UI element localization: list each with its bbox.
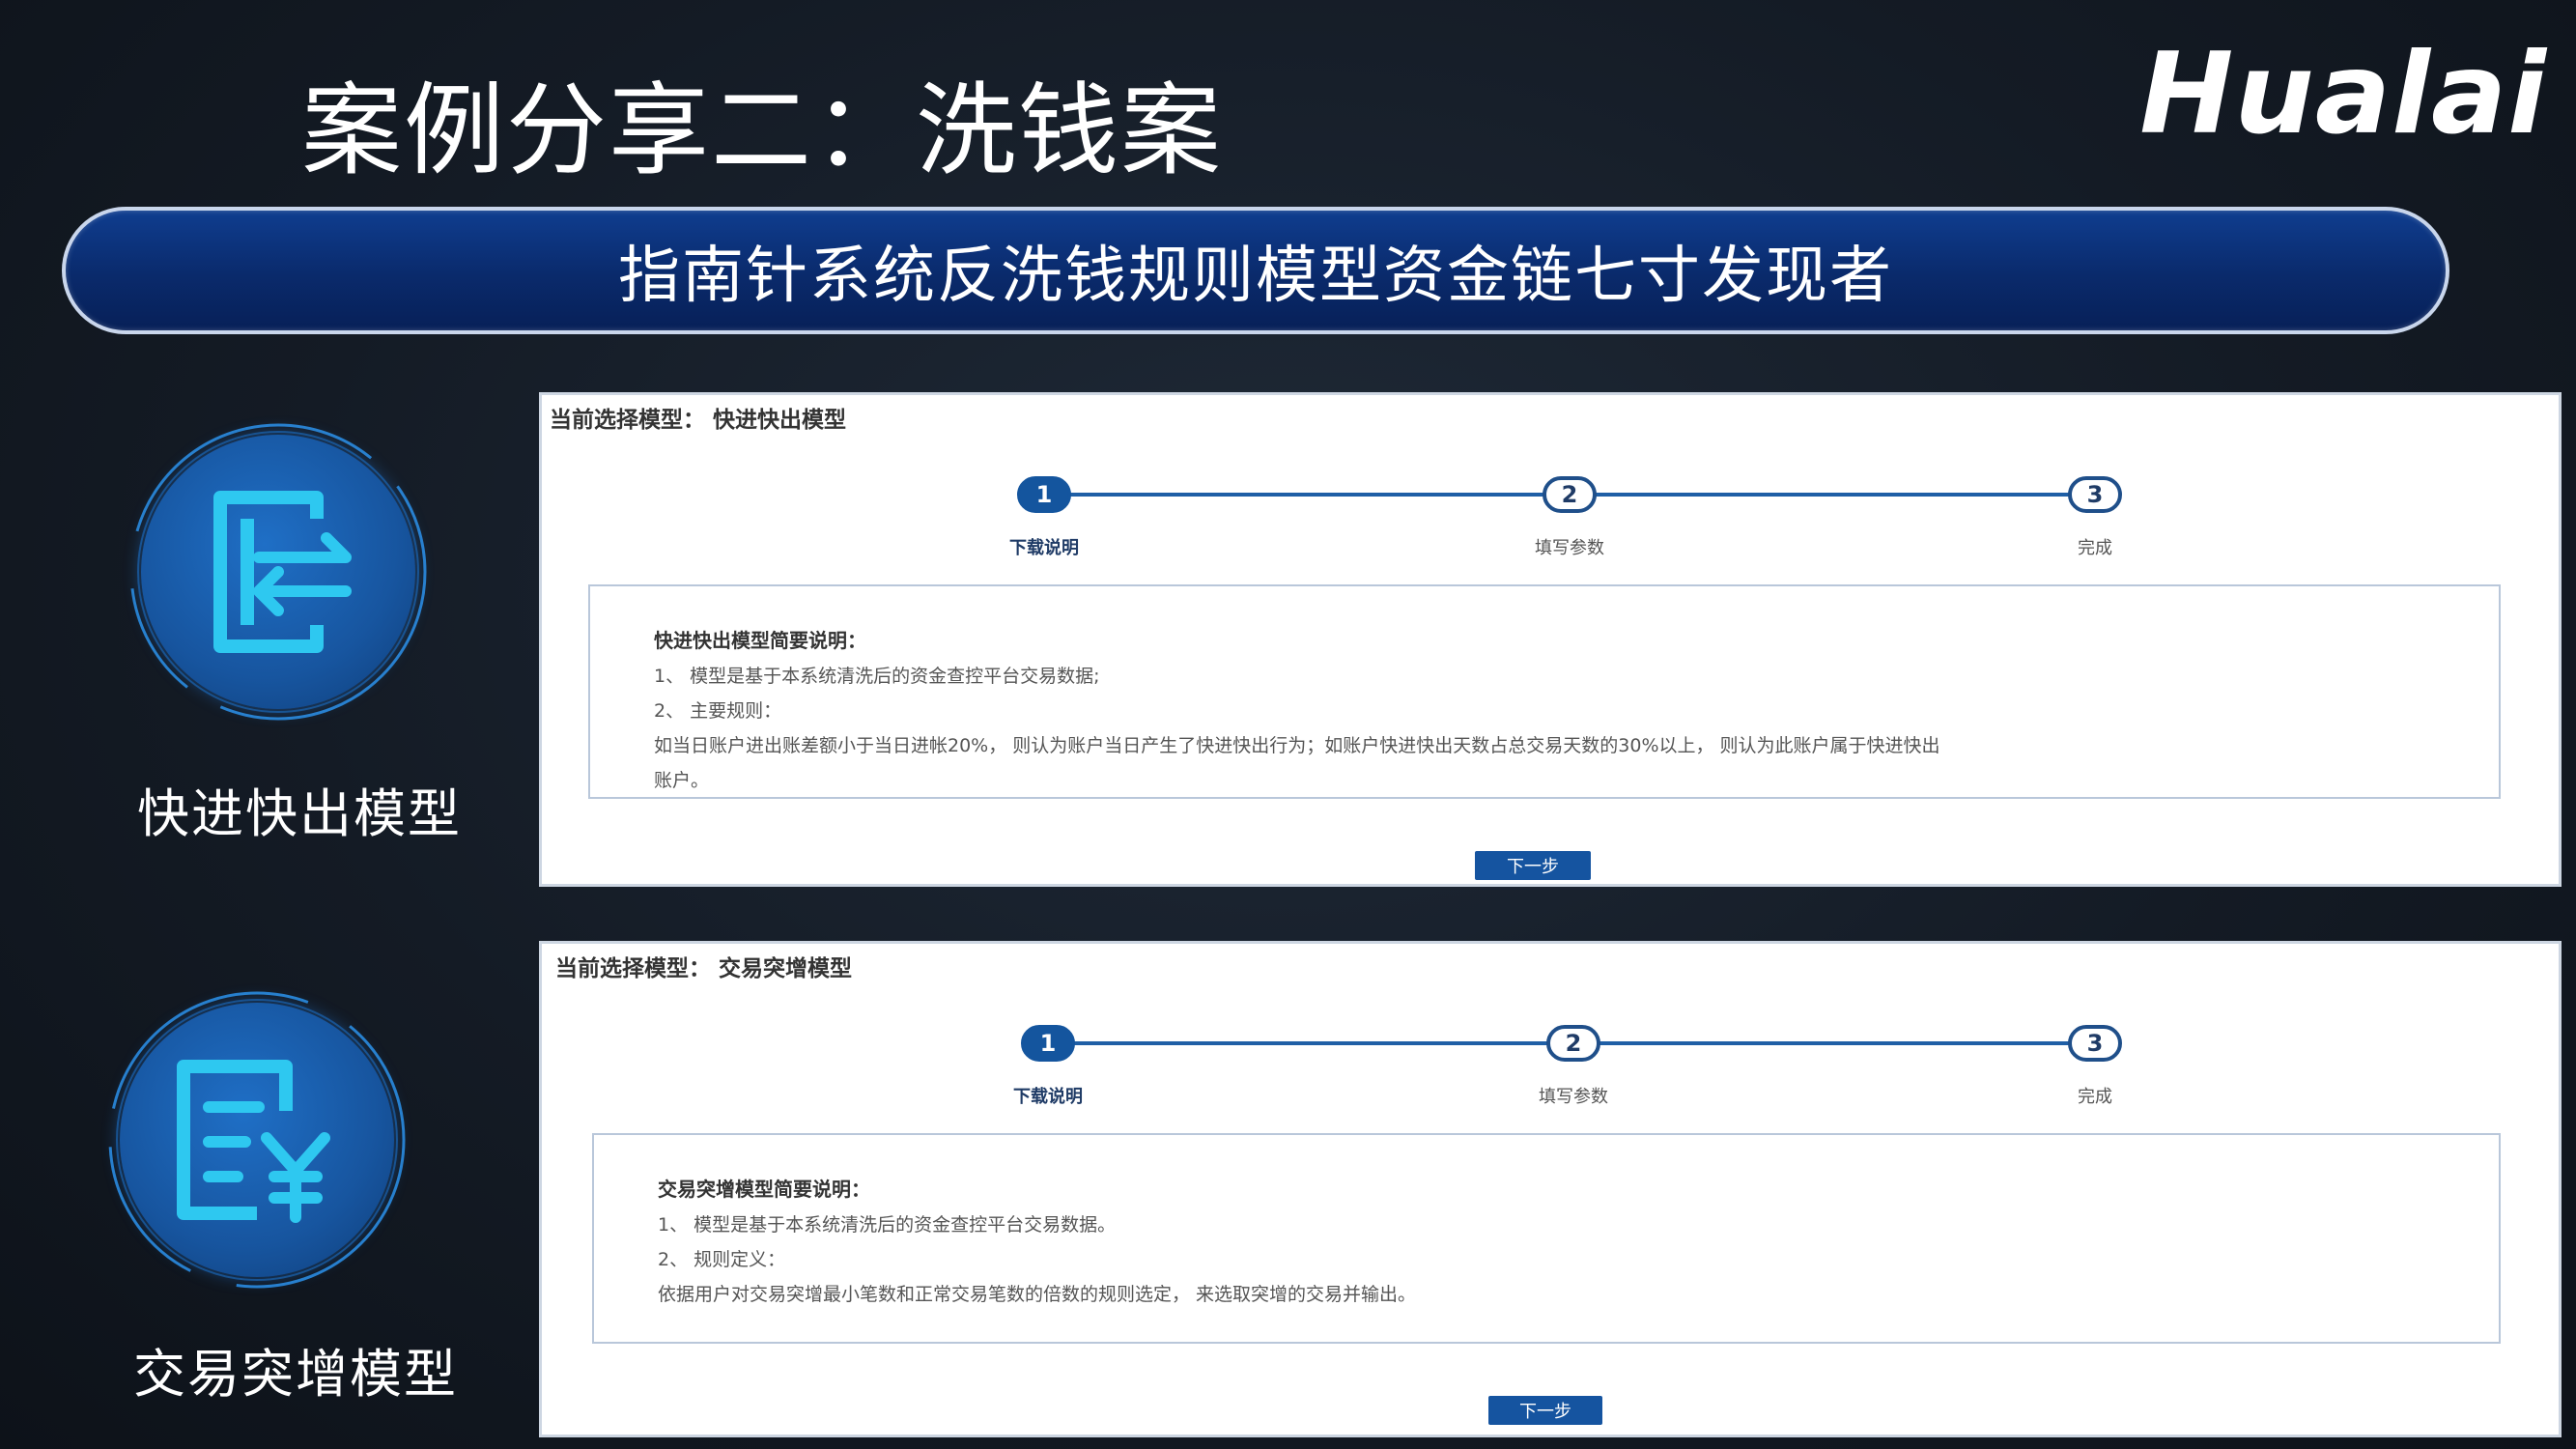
description-line: 账户。 bbox=[654, 770, 710, 791]
brand-logo: Hualai bbox=[2139, 29, 2547, 159]
step-progress: 1 2 3 下载说明 填写参数 完成 bbox=[542, 395, 2559, 558]
model-panel-surge: 当前选择模型： 交易突增模型 1 2 3 下载说明 填写参数 完成 交易突增模型… bbox=[539, 941, 2562, 1437]
step-3-indicator[interactable]: 3 bbox=[2068, 1025, 2122, 1062]
step-3-indicator[interactable]: 3 bbox=[2068, 476, 2122, 513]
exit-arrows-icon bbox=[124, 417, 433, 726]
page-title: 案例分享二：洗钱案 bbox=[301, 71, 1224, 189]
description-line: 2、 主要规则： bbox=[654, 700, 782, 722]
step-1-label: 下载说明 bbox=[1009, 538, 1079, 558]
model-description: 交易突增模型简要说明： 1、 模型是基于本系统清洗后的资金查控平台交易数据。 2… bbox=[592, 1133, 2501, 1344]
description-line: 如当日账户进出账差额小于当日进帐20%， 则认为账户当日产生了快进快出行为；如账… bbox=[654, 735, 1940, 756]
step-2-indicator[interactable]: 2 bbox=[1543, 476, 1597, 513]
next-step-button[interactable]: 下一步 bbox=[1475, 851, 1591, 880]
banner-text: 指南针系统反洗钱规则模型资金链七寸发现者 bbox=[618, 241, 1893, 312]
model-panel-fast: 当前选择模型： 快进快出模型 1 2 3 下载说明 填写参数 完成 快进快出模型… bbox=[539, 392, 2562, 887]
step-1-indicator[interactable]: 1 bbox=[1021, 1025, 1075, 1062]
model-label-surge: 交易突增模型 bbox=[133, 1344, 458, 1405]
step-progress: 1 2 3 下载说明 填写参数 完成 bbox=[542, 944, 2559, 1107]
next-step-button[interactable]: 下一步 bbox=[1488, 1396, 1602, 1425]
description-line: 2、 规则定义： bbox=[658, 1249, 786, 1270]
model-label-fast: 快进快出模型 bbox=[137, 783, 462, 844]
model-description: 快进快出模型简要说明： 1、 模型是基于本系统清洗后的资金查控平台交易数据; 2… bbox=[588, 584, 2501, 799]
yuan-document-icon bbox=[102, 985, 411, 1294]
headline-banner: 指南针系统反洗钱规则模型资金链七寸发现者 bbox=[62, 207, 2449, 334]
step-3-label: 完成 bbox=[2078, 538, 2112, 558]
description-title: 快进快出模型简要说明： bbox=[654, 629, 866, 652]
description-line: 1、 模型是基于本系统清洗后的资金查控平台交易数据; bbox=[654, 666, 1100, 687]
step-1-label: 下载说明 bbox=[1013, 1087, 1083, 1107]
step-1-indicator[interactable]: 1 bbox=[1017, 476, 1071, 513]
description-title: 交易突增模型简要说明： bbox=[658, 1178, 870, 1201]
step-2-label: 填写参数 bbox=[1539, 1087, 1608, 1107]
description-line: 1、 模型是基于本系统清洗后的资金查控平台交易数据。 bbox=[658, 1214, 1117, 1236]
step-2-indicator[interactable]: 2 bbox=[1546, 1025, 1600, 1062]
step-2-label: 填写参数 bbox=[1535, 538, 1604, 558]
step-3-label: 完成 bbox=[2078, 1087, 2112, 1107]
description-line: 依据用户对交易突增最小笔数和正常交易笔数的倍数的规则选定， 来选取突增的交易并输… bbox=[658, 1284, 1417, 1305]
